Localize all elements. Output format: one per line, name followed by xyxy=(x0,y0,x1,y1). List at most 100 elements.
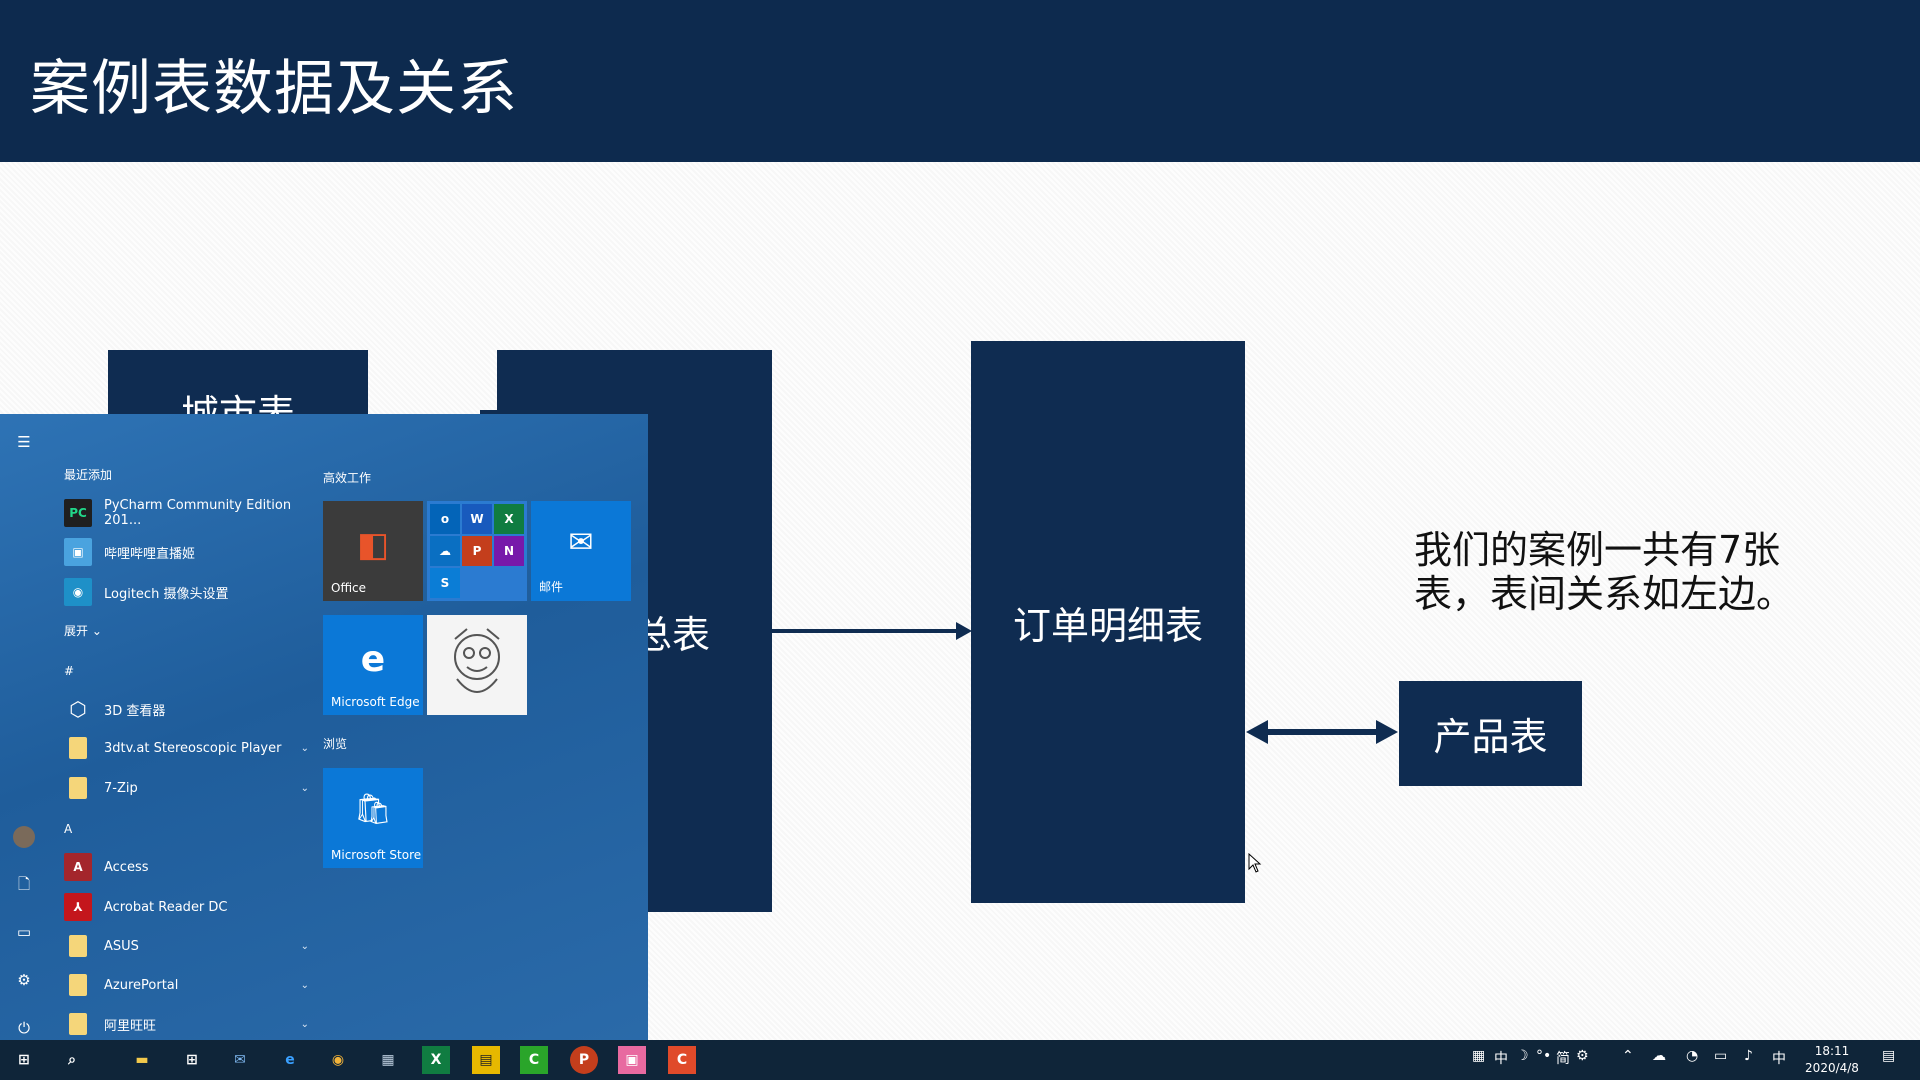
tile-label: Office xyxy=(331,581,367,595)
outlook-icon: o xyxy=(430,504,460,534)
search-icon[interactable]: ⌕ xyxy=(58,1046,86,1074)
app-taskbar-icon[interactable]: ▦ xyxy=(374,1046,402,1074)
clock-time: 18:11 xyxy=(1814,1044,1850,1058)
cartoon-sketch-image xyxy=(454,628,500,693)
skype-icon: S xyxy=(430,568,460,598)
chevron-down-icon: ⌄ xyxy=(300,979,309,991)
ime-mode[interactable]: 简 xyxy=(1556,1048,1570,1068)
expand-label: 展开 xyxy=(64,624,89,638)
file-explorer-icon[interactable]: ▬ xyxy=(128,1046,156,1074)
recorder-taskbar-icon[interactable]: C xyxy=(668,1046,696,1074)
slide-note: 我们的案例一共有7张表，表间关系如左边。 xyxy=(1414,528,1795,616)
tile-office-apps-group[interactable]: o W X ☁ P N S xyxy=(427,501,527,601)
list-item-label: PyCharm Community Edition 201... xyxy=(104,498,292,528)
list-item-label: Acrobat Reader DC xyxy=(104,899,228,915)
wifi-icon[interactable]: ◔ xyxy=(1686,1048,1698,1064)
tiles-header-work: 高效工作 xyxy=(323,471,372,485)
clock[interactable]: 18:11 2020/4/8 xyxy=(1792,1043,1872,1077)
list-item-3d-viewer[interactable]: ⬡ 3D 查看器 xyxy=(64,692,309,726)
list-item-label: AzurePortal xyxy=(104,977,179,993)
onedrive-icon: ☁ xyxy=(430,536,460,566)
mail-taskbar-icon[interactable]: ✉ xyxy=(226,1046,254,1074)
pictures-icon[interactable]: ▭ xyxy=(14,922,34,942)
power-icon[interactable]: ⏻ xyxy=(14,1018,34,1038)
moon-icon[interactable]: ☽ xyxy=(1516,1048,1529,1064)
chevron-down-icon: ⌄ xyxy=(300,940,309,952)
powerpoint-taskbar-icon[interactable]: P xyxy=(570,1046,598,1074)
excel-taskbar-icon[interactable]: X xyxy=(422,1046,450,1074)
folder-icon xyxy=(69,974,87,996)
list-item-logitech[interactable]: ◉ Logitech 摄像头设置 xyxy=(64,575,309,609)
mail-icon: ✉ xyxy=(568,525,594,560)
list-item-label: 3D 查看器 xyxy=(104,703,166,719)
list-item-label: Access xyxy=(104,859,149,875)
chevron-down-icon: ⌄ xyxy=(91,624,102,638)
chevron-up-icon[interactable]: ⌃ xyxy=(1622,1048,1634,1064)
chart-app-taskbar-icon[interactable]: ▤ xyxy=(472,1046,500,1074)
tile-office[interactable]: ◧ Office xyxy=(323,501,423,601)
logitech-camera-icon: ◉ xyxy=(64,578,92,606)
input-language[interactable]: 中 xyxy=(1772,1048,1786,1068)
documents-icon[interactable]: 🗋 xyxy=(14,874,34,894)
powerpoint-icon: P xyxy=(462,536,492,566)
chevron-down-icon: ⌄ xyxy=(300,782,309,794)
group-header-hash[interactable]: # xyxy=(64,664,74,678)
ime-language[interactable]: 中 xyxy=(1494,1048,1508,1068)
tile-label: 邮件 xyxy=(539,580,564,594)
list-item-pycharm[interactable]: PC PyCharm Community Edition 201... xyxy=(64,496,309,530)
tile-microsoft-edge[interactable]: e Microsoft Edge xyxy=(323,615,423,715)
camtasia-icon[interactable]: C xyxy=(520,1046,548,1074)
start-menu-rail: ☰ 🗋 ▭ ⚙ ⏻ xyxy=(0,414,48,1040)
edge-icon: e xyxy=(360,639,386,680)
volume-icon[interactable]: ♪ xyxy=(1744,1048,1753,1064)
office-icon: ◧ xyxy=(356,525,390,565)
list-item-7zip[interactable]: 7-Zip ⌄ xyxy=(64,771,309,805)
tile-label: Microsoft Edge xyxy=(331,695,420,709)
excel-icon: X xyxy=(494,504,524,534)
hamburger-menu-icon[interactable]: ☰ xyxy=(14,432,34,452)
tile-mail[interactable]: ✉ 邮件 xyxy=(531,501,631,601)
mouse-cursor-icon xyxy=(1248,853,1262,873)
list-item-asus[interactable]: ASUS ⌄ xyxy=(64,929,309,963)
folder-icon xyxy=(69,777,87,799)
expand-link[interactable]: 展开 ⌄ xyxy=(64,622,102,639)
list-item-azureportal[interactable]: AzurePortal ⌄ xyxy=(64,968,309,1002)
pycharm-icon: PC xyxy=(64,499,92,527)
app-list: 最近添加 PC PyCharm Community Edition 201...… xyxy=(56,414,309,1041)
start-menu: ☰ 🗋 ▭ ⚙ ⏻ 最近添加 PC PyCharm Community Edit… xyxy=(0,414,648,1040)
edge-taskbar-icon[interactable]: e xyxy=(276,1046,304,1074)
settings-gear-icon[interactable]: ⚙ xyxy=(14,970,34,990)
chevron-down-icon: ⌄ xyxy=(300,1018,309,1030)
list-item-bilibili-live[interactable]: ▣ 哔哩哔哩直播姬 xyxy=(64,535,309,569)
ime-toolbar-icon[interactable]: ▦ xyxy=(1472,1048,1485,1064)
user-avatar[interactable] xyxy=(13,826,35,848)
acrobat-icon: ⅄ xyxy=(64,893,92,921)
windows-start-icon[interactable]: ⊞ xyxy=(10,1046,38,1074)
list-item-aliwangwang[interactable]: 阿里旺旺 ⌄ xyxy=(64,1007,309,1041)
taskbar: ⊞ ⌕ ▬ ⊞ ✉ e ◉ ▦ X ▤ C P ▣ C ▦ 中 ☽ °• 简 ⚙… xyxy=(0,1040,1920,1080)
clock-date: 2020/4/8 xyxy=(1805,1061,1859,1075)
notification-icon[interactable]: ▤ xyxy=(1882,1048,1895,1064)
chrome-icon[interactable]: ◉ xyxy=(324,1046,352,1074)
list-item-label: 阿里旺旺 xyxy=(104,1018,157,1034)
list-item-label: Logitech 摄像头设置 xyxy=(104,586,229,602)
tile-sketch-picture[interactable] xyxy=(427,615,527,715)
pink-app-taskbar-icon[interactable]: ▣ xyxy=(618,1046,646,1074)
tile-microsoft-store[interactable]: 🛍 Microsoft Store xyxy=(323,768,423,868)
list-item-label: ASUS xyxy=(104,938,139,954)
list-item-access[interactable]: A Access xyxy=(64,850,309,884)
store-icon[interactable]: ⊞ xyxy=(178,1046,206,1074)
cube-icon: ⬡ xyxy=(69,697,87,721)
tile-area: 高效工作 ◧ Office o W X ☁ P N S ✉ 邮件 e Micro… xyxy=(323,414,643,1040)
list-item-3dtv[interactable]: 3dtv.at Stereoscopic Player ⌄ xyxy=(64,731,309,765)
onedrive-tray-icon[interactable]: ☁ xyxy=(1652,1048,1666,1064)
arrow-head-detail xyxy=(956,622,972,640)
battery-icon[interactable]: ▭ xyxy=(1714,1048,1727,1064)
arrow-head-right xyxy=(1376,720,1398,744)
store-bag-icon: 🛍 xyxy=(353,792,393,827)
list-item-acrobat[interactable]: ⅄ Acrobat Reader DC xyxy=(64,890,309,924)
word-icon: W xyxy=(462,504,492,534)
ime-settings-gear-icon[interactable]: ⚙ xyxy=(1576,1048,1589,1064)
punctuation-icon[interactable]: °• xyxy=(1536,1048,1551,1064)
group-header-a[interactable]: A xyxy=(64,822,72,836)
